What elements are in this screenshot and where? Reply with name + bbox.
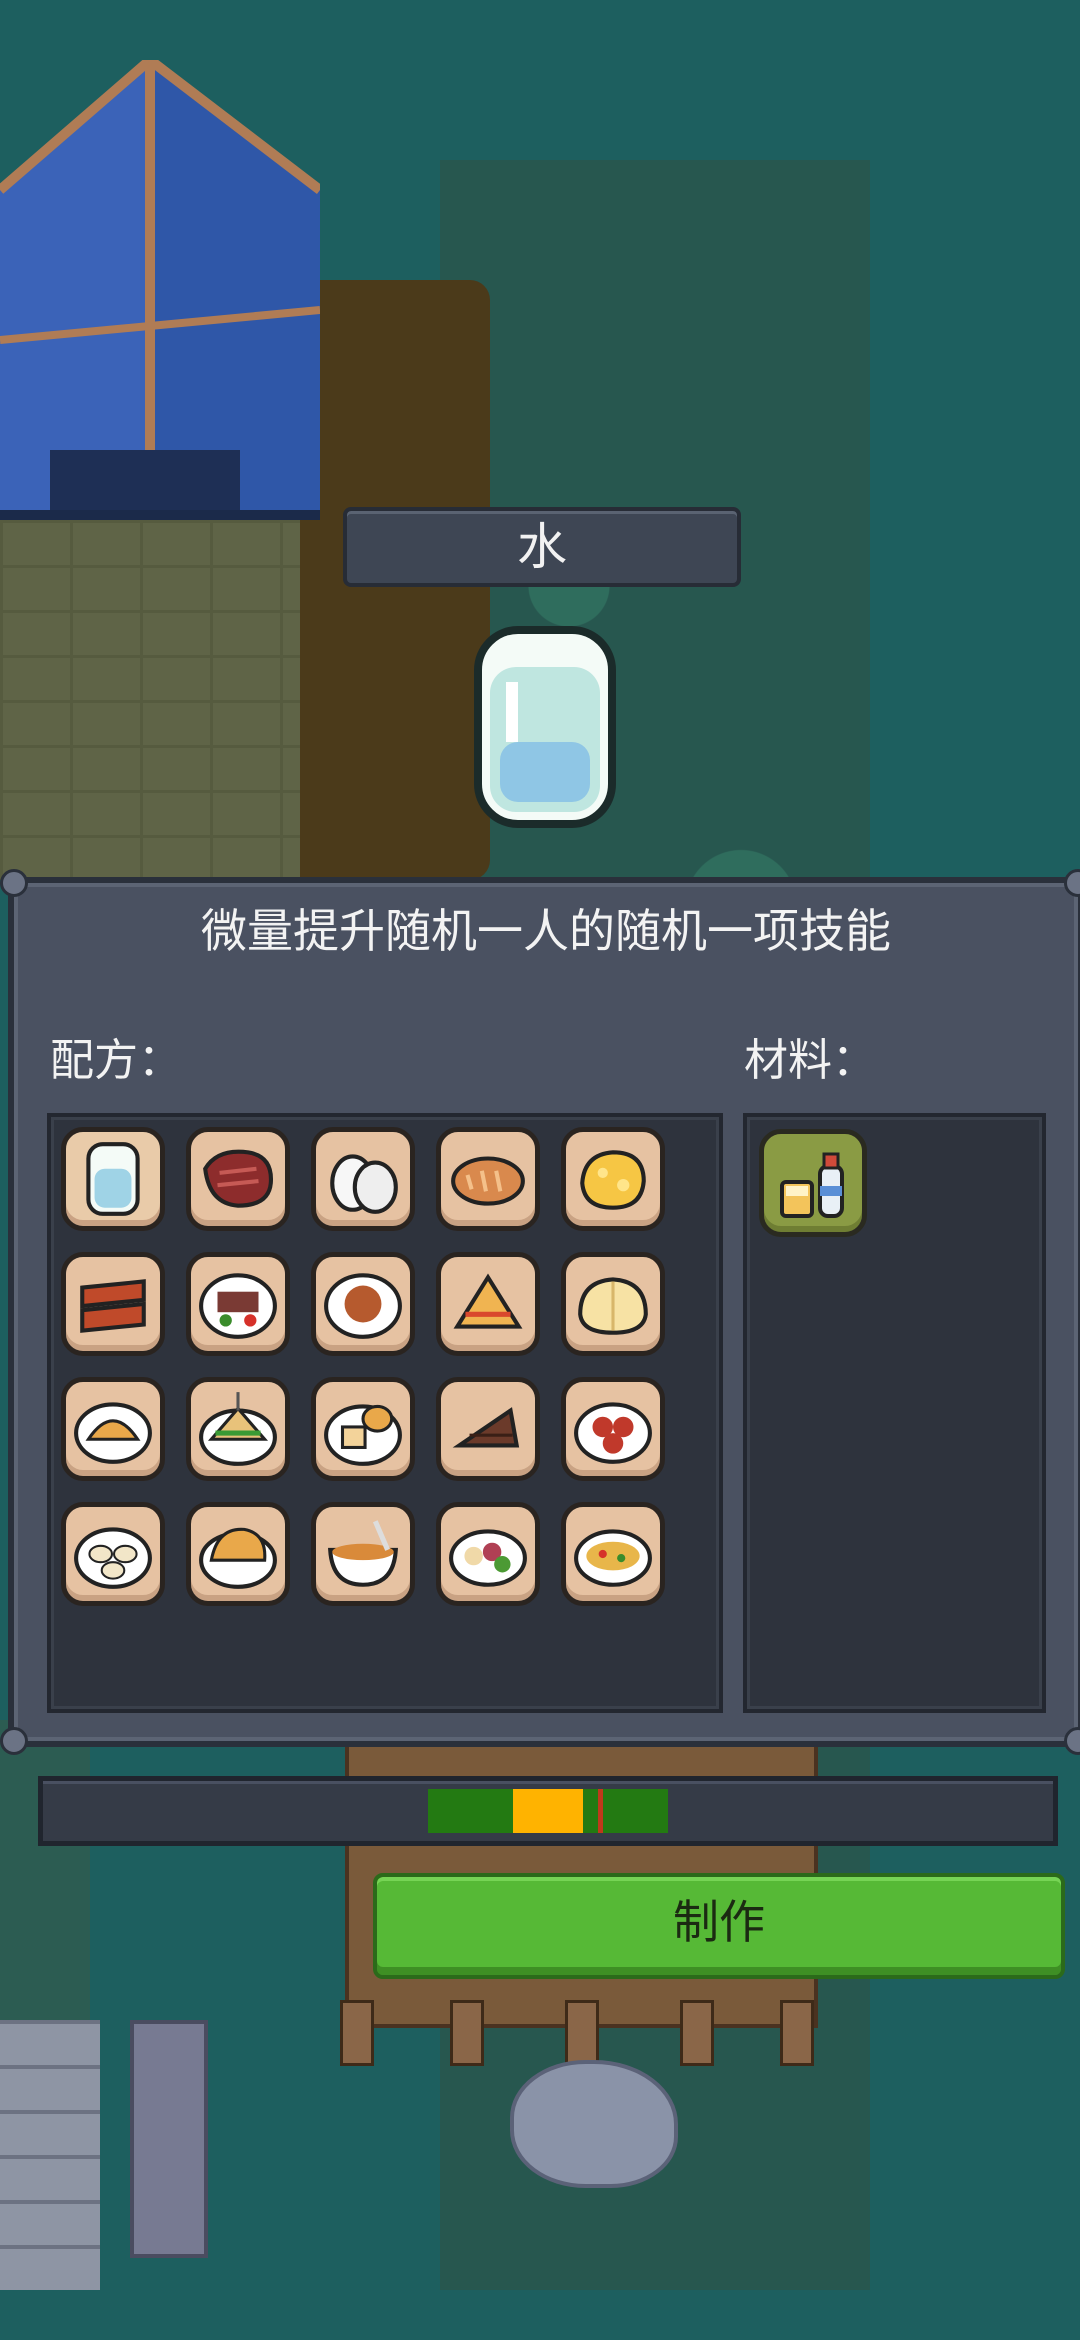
recipe-slot-bread-rolls[interactable] bbox=[436, 1127, 540, 1231]
dumplings-icon bbox=[74, 1527, 152, 1589]
recipe-slot-taco[interactable] bbox=[61, 1377, 165, 1481]
make-button[interactable]: 制作 bbox=[373, 1873, 1065, 1979]
bacon-icon bbox=[80, 1279, 146, 1333]
stone-stairs bbox=[0, 2020, 100, 2290]
bread-loaf-icon bbox=[578, 1277, 648, 1335]
recipe-slot-fried-rice[interactable] bbox=[186, 1502, 290, 1606]
materials-label: 材料： bbox=[744, 1035, 876, 1086]
item-title: 水 bbox=[343, 507, 741, 587]
rock-pile bbox=[510, 2060, 678, 2188]
timing-perfect-zone bbox=[513, 1789, 583, 1833]
stir-fry-icon bbox=[574, 1529, 652, 1587]
stone-floor bbox=[0, 520, 300, 880]
panel-rivet bbox=[1064, 869, 1080, 897]
recipe-panel: 微量提升随机一人的随机一项技能 配方： 材料： bbox=[0, 869, 1080, 1755]
salad-bowl-icon bbox=[449, 1529, 527, 1587]
recipe-slot-dumplings[interactable] bbox=[61, 1502, 165, 1606]
recipe-slot-bacon[interactable] bbox=[61, 1252, 165, 1356]
recipe-slot-bread-plate[interactable] bbox=[311, 1377, 415, 1481]
recipe-slot-stir-fry[interactable] bbox=[561, 1502, 665, 1606]
steak-icon bbox=[203, 1149, 273, 1208]
water-glass-icon bbox=[474, 626, 616, 828]
noodle-soup-icon bbox=[328, 1520, 398, 1587]
fried-rice-icon bbox=[199, 1527, 277, 1589]
recipe-slot-pasta-plate[interactable] bbox=[311, 1252, 415, 1356]
chocolate-cake-icon bbox=[452, 1407, 520, 1448]
bread-plate-icon bbox=[324, 1404, 402, 1466]
recipe-slot-meat-plate[interactable] bbox=[186, 1252, 290, 1356]
panel-rivet bbox=[0, 869, 28, 897]
wooden-fence bbox=[340, 2000, 820, 2066]
panel-rivet bbox=[0, 1727, 28, 1755]
recipe-slot-water[interactable] bbox=[61, 1127, 165, 1231]
item-description: 微量提升随机一人的随机一项技能 bbox=[201, 904, 891, 958]
water-glass-icon bbox=[86, 1142, 140, 1216]
timing-bar[interactable] bbox=[38, 1776, 1058, 1846]
recipe-slot-noodle-soup[interactable] bbox=[311, 1502, 415, 1606]
recipe-slot-bread-loaf[interactable] bbox=[561, 1252, 665, 1356]
sandwich-icon bbox=[199, 1392, 277, 1466]
scrambled-egg-icon bbox=[580, 1150, 646, 1210]
stone-pillar bbox=[130, 2020, 208, 2258]
recipe-slot-sandwich[interactable] bbox=[186, 1377, 290, 1481]
recipe-slot-salad-bowl[interactable] bbox=[436, 1502, 540, 1606]
tent-icon bbox=[0, 60, 320, 520]
cup-and-bottle-icon bbox=[780, 1152, 844, 1218]
eggs-icon bbox=[330, 1154, 398, 1214]
recipe-slot-steak[interactable] bbox=[186, 1127, 290, 1231]
recipe-slot-toast-sandwich[interactable] bbox=[436, 1252, 540, 1356]
bread-rolls-icon bbox=[451, 1156, 525, 1206]
meatballs-icon bbox=[574, 1402, 652, 1464]
recipe-grid bbox=[47, 1113, 723, 1713]
recipe-slot-eggs[interactable] bbox=[311, 1127, 415, 1231]
materials-list bbox=[743, 1113, 1046, 1713]
recipe-slot-meatballs[interactable] bbox=[561, 1377, 665, 1481]
toast-sandwich-icon bbox=[453, 1273, 523, 1329]
timing-marker bbox=[598, 1789, 603, 1833]
recipe-slot-chocolate-cake[interactable] bbox=[436, 1377, 540, 1481]
meat-plate-icon bbox=[199, 1273, 277, 1339]
recipe-label: 配方： bbox=[50, 1035, 182, 1086]
material-slot[interactable] bbox=[759, 1129, 867, 1237]
pasta-plate-icon bbox=[324, 1273, 402, 1339]
grass-patch bbox=[0, 1720, 90, 2020]
recipe-slot-scrambled-egg[interactable] bbox=[561, 1127, 665, 1231]
taco-plate-icon bbox=[74, 1402, 152, 1464]
